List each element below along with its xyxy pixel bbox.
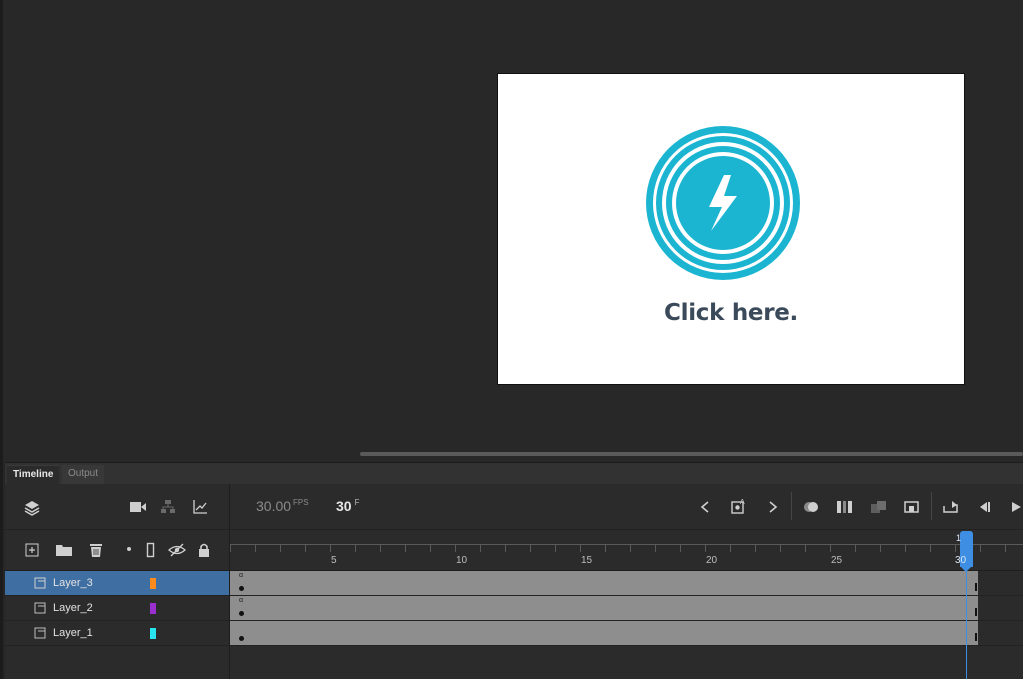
ruler-label-5: 5 [331,555,337,566]
layers-icon[interactable] [23,499,41,517]
frames-row-layer-3[interactable]: α [230,571,1023,596]
camera-icon[interactable] [129,500,147,514]
frames-row-layer-2[interactable]: α [230,596,1023,621]
fps-value[interactable]: 30.00 [256,498,291,514]
layer-color-swatch[interactable] [150,628,156,639]
frame-span[interactable] [230,571,978,595]
center-frame-icon[interactable] [903,500,921,514]
click-here-text[interactable]: Click here. [498,300,964,326]
ruler-label-10: 10 [456,555,468,566]
stage-horizontal-scrollbar[interactable] [360,452,1023,456]
toolbar-divider [791,492,792,520]
layer-color-swatch[interactable] [150,578,156,589]
tween-alpha-mark: α [239,597,244,604]
next-keyframe-icon[interactable] [766,499,780,515]
svg-text:A: A [740,499,745,506]
insert-keyframe-icon[interactable]: A [730,497,748,515]
play-icon[interactable] [1009,499,1023,515]
layer-type-icon [34,627,46,639]
outline-rect-icon[interactable] [146,542,156,558]
layer-row-layer-2[interactable]: Layer_2 [5,596,229,621]
keyframe-dot[interactable] [239,586,244,591]
frame-unit: F [354,498,360,507]
end-frame-marker[interactable] [975,633,977,641]
onion-skin-icon[interactable] [802,499,822,515]
layer-name[interactable]: Layer_2 [53,602,93,614]
layer-name[interactable]: Layer_1 [53,627,93,639]
ruler-label-20: 20 [706,555,718,566]
end-frame-marker[interactable] [975,608,977,616]
stage-canvas[interactable]: Click here. [497,73,965,385]
lock-icon[interactable] [197,542,211,558]
edit-multiple-frames-icon[interactable] [836,499,854,515]
frame-span[interactable] [230,621,978,645]
delete-icon[interactable] [88,542,104,558]
frame-span[interactable] [230,596,978,620]
playhead-tip [960,566,972,572]
frame-ruler[interactable]: 5 10 15 20 25 [230,531,1023,571]
playhead-frame-label: 1 [956,533,962,543]
layer-row-layer-3[interactable]: Layer_3 [5,571,229,596]
layer-row-layer-1[interactable]: Layer_1 [5,621,229,646]
animate-app: Click here. Timeline Output 30.00 FPS 30… [0,0,1023,679]
new-folder-icon[interactable] [55,543,73,557]
fps-display[interactable]: 30.00 FPS [256,498,309,514]
layer-name[interactable]: Layer_3 [53,577,93,589]
ruler-label-25: 25 [831,555,843,566]
keyframe-dot[interactable] [239,611,244,616]
ruler-ticks [230,544,1023,552]
layer-type-icon [34,602,46,614]
graph-icon[interactable] [192,499,208,515]
tab-output[interactable]: Output [62,465,105,485]
current-frame-display[interactable]: 30 F [336,498,359,514]
lightning-logo-icon[interactable] [498,74,966,386]
tab-timeline[interactable]: Timeline [7,465,60,485]
outline-dot-icon[interactable] [125,545,133,553]
fps-unit: FPS [293,498,309,507]
visibility-icon[interactable] [168,543,186,557]
onion-outline-icon[interactable] [870,499,888,515]
toolbar-divider-2 [931,492,932,520]
ruler-label-30: 30 [955,555,967,566]
ruler-label-15: 15 [581,555,593,566]
layer-parenting-icon[interactable] [160,499,176,515]
layer-color-swatch[interactable] [150,603,156,614]
prev-keyframe-icon[interactable] [698,499,712,515]
frames-row-layer-1[interactable] [230,621,1023,646]
loop-icon[interactable] [942,499,960,515]
end-frame-marker[interactable] [975,583,977,591]
new-layer-icon[interactable] [25,543,39,557]
panel-tabbar: Timeline Output [5,462,1023,485]
tween-alpha-mark: α [239,572,244,579]
keyframe-dot[interactable] [239,636,244,641]
layer-type-icon [34,577,46,589]
current-frame-value[interactable]: 30 [336,498,352,514]
timeline-panel: Timeline Output 30.00 FPS 30 F A 5 10 15… [5,462,1023,679]
step-back-icon[interactable] [977,499,993,515]
